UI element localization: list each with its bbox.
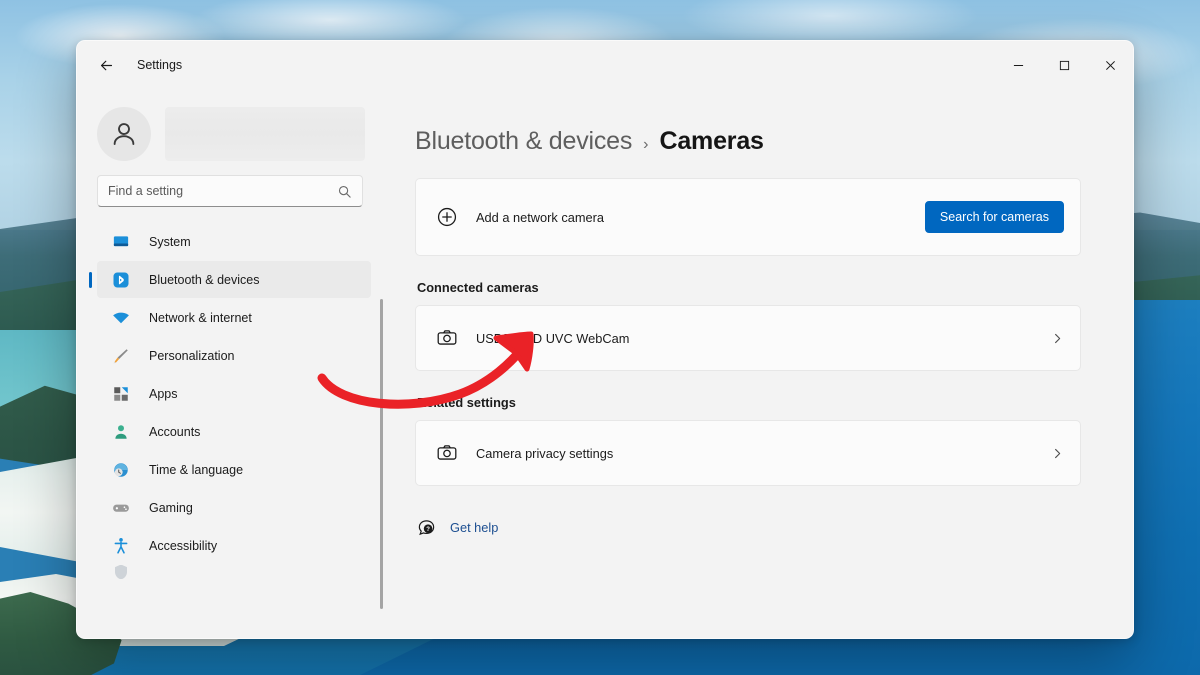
close-icon [1105, 60, 1115, 70]
sidebar-item-label: Accessibility [149, 538, 218, 553]
gamepad-icon-glyph [113, 504, 129, 512]
sidebar-item-partial-next[interactable] [97, 565, 371, 579]
sidebar: System Bluetooth & devices [77, 89, 383, 638]
page-title: Cameras [659, 127, 764, 155]
window-titlebar: Settings [77, 41, 1133, 89]
connected-camera-label: USB2.0 HD UVC WebCam [476, 330, 630, 346]
sidebar-item-label: Gaming [149, 500, 193, 515]
person-avatar-icon [113, 123, 135, 145]
get-help-link[interactable]: ? Get help [415, 518, 1081, 537]
get-help-label: Get help [450, 520, 499, 535]
paintbrush-icon-glyph [113, 348, 128, 363]
sidebar-item-accessibility[interactable]: Accessibility [97, 527, 371, 564]
bluetooth-icon-glyph [113, 272, 129, 287]
related-settings-heading: Related settings [417, 395, 516, 410]
window-controls [995, 41, 1133, 89]
sidebar-item-label: Accounts [149, 424, 201, 439]
accessibility-icon-glyph [114, 537, 128, 554]
sidebar-item-label: System [149, 234, 191, 249]
breadcrumb: Bluetooth & devices › Cameras [415, 127, 1081, 156]
back-button[interactable] [89, 50, 123, 80]
add-network-camera-card: Add a network camera Search for cameras [415, 178, 1081, 256]
wifi-icon-glyph [113, 312, 129, 323]
sidebar-item-label: Bluetooth & devices [149, 272, 260, 287]
sidebar-item-time-language[interactable]: Time & language [97, 451, 371, 488]
window-body: System Bluetooth & devices [77, 89, 1133, 638]
paintbrush-icon [111, 346, 131, 366]
camera-icon [434, 325, 460, 351]
chevron-right-icon: › [643, 136, 649, 153]
search-for-cameras-button[interactable]: Search for cameras [924, 201, 1064, 233]
person-icon-glyph [115, 424, 127, 439]
desktop-wallpaper: Settings Find a setting System Bluetooth… [0, 0, 1200, 675]
sidebar-item-accounts[interactable]: Accounts [97, 413, 371, 450]
add-network-camera-label: Add a network camera [476, 209, 605, 225]
chevron-right-icon [1055, 333, 1061, 343]
camera-icon [434, 440, 460, 466]
maximize-icon [1059, 60, 1069, 70]
sidebar-item-label: Network & internet [149, 310, 252, 325]
camera-icon-glyph [437, 445, 457, 460]
sidebar-item-apps[interactable]: Apps [97, 375, 371, 412]
connected-camera-row[interactable]: USB2.0 HD UVC WebCam [415, 305, 1081, 371]
sidebar-item-label: Time & language [149, 462, 244, 477]
minimize-icon [1013, 64, 1023, 66]
wifi-icon [111, 308, 131, 328]
search-container [77, 165, 383, 213]
maximize-button[interactable] [1041, 41, 1087, 89]
search-input[interactable] [108, 184, 337, 198]
close-button[interactable] [1087, 41, 1133, 89]
apps-grid-icon [111, 384, 131, 404]
gamepad-icon [111, 498, 131, 518]
settings-window: Settings Find a setting System Bluetooth… [76, 40, 1134, 639]
bluetooth-icon [111, 270, 131, 290]
account-tile[interactable] [77, 89, 383, 165]
sidebar-item-label: Apps [149, 386, 178, 401]
sidebar-item-gaming[interactable]: Gaming [97, 489, 371, 526]
sidebar-item-label: Personalization [149, 348, 235, 363]
monitor-icon-glyph [113, 235, 129, 246]
search-box[interactable] [97, 175, 363, 207]
breadcrumb-parent[interactable]: Bluetooth & devices [415, 127, 632, 156]
minimize-button[interactable] [995, 41, 1041, 89]
plus-circle-icon-glyph [437, 207, 457, 227]
back-arrow-icon [100, 60, 112, 70]
avatar [97, 107, 151, 161]
sidebar-item-system[interactable]: System [97, 223, 371, 260]
camera-privacy-settings-row[interactable]: Camera privacy settings [415, 420, 1081, 486]
app-title: Settings [137, 58, 183, 72]
svg-text:?: ? [426, 527, 430, 533]
account-name-redacted [165, 107, 365, 161]
chevron-right-icon [1055, 448, 1061, 458]
sidebar-item-personalization[interactable]: Personalization [97, 337, 371, 374]
apps-grid-icon-glyph [114, 386, 128, 401]
plus-circle-icon [434, 204, 460, 230]
search-icon [338, 185, 351, 198]
sidebar-item-bluetooth-devices[interactable]: Bluetooth & devices [97, 261, 371, 298]
clock-globe-icon [111, 460, 131, 480]
help-bubble-icon: ? [418, 520, 435, 536]
accessibility-icon [111, 536, 131, 556]
camera-icon-glyph [437, 330, 457, 345]
person-icon [111, 422, 131, 442]
monitor-icon [111, 232, 131, 252]
shield-icon [111, 565, 131, 579]
camera-privacy-settings-label: Camera privacy settings [476, 445, 614, 461]
content-pane: Bluetooth & devices › Cameras Add a netw… [383, 89, 1133, 638]
shield-icon-glyph [115, 565, 127, 579]
connected-cameras-heading: Connected cameras [417, 280, 539, 295]
clock-globe-icon-glyph [114, 462, 128, 477]
sidebar-item-network-internet[interactable]: Network & internet [97, 299, 371, 336]
sidebar-nav: System Bluetooth & devices Network & int… [77, 223, 383, 579]
